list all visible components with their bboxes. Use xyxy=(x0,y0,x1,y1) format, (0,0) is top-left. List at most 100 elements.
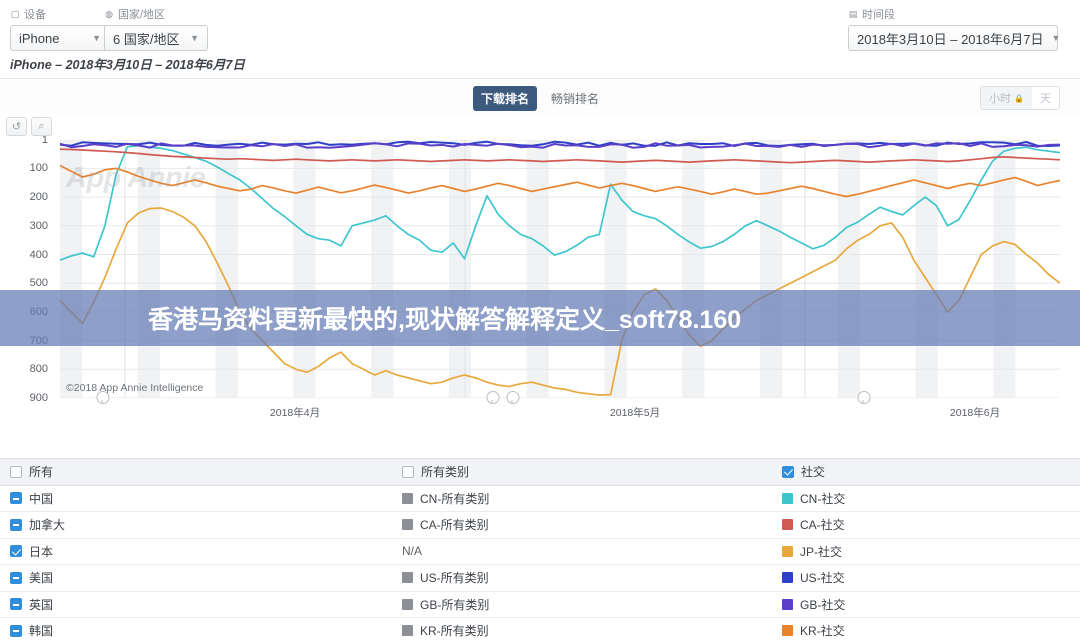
x-axis-tick: 2018年4月 xyxy=(269,407,321,419)
legend-category-label: N/A xyxy=(402,544,423,559)
checkbox-country[interactable] xyxy=(10,598,22,611)
legend-country-cell[interactable]: 中国 xyxy=(0,490,392,507)
legend-category-label: CA-所有类别 xyxy=(420,518,489,533)
y-axis-tick: 300 xyxy=(29,219,48,232)
chart-credit: ©2018 App Annie Intelligence xyxy=(66,382,204,394)
legend-category-label: US-所有类别 xyxy=(420,571,489,586)
legend-header-social[interactable]: 社交 xyxy=(772,463,1080,480)
legend-category-label: GB-所有类别 xyxy=(420,597,490,612)
device-select[interactable]: iPhone ▼ xyxy=(10,25,110,51)
country-filter-label: ◍ 国家/地区 xyxy=(104,6,208,22)
page-subtitle: iPhone – 2018年3月10日 – 2018年6月7日 xyxy=(10,58,245,72)
legend-header-all[interactable]: 所有 xyxy=(0,463,392,480)
device-select-value: iPhone xyxy=(19,30,60,46)
app-annie-watermark: App Annie xyxy=(66,162,206,194)
unit-hour-button[interactable]: 小时 🔒 xyxy=(981,87,1032,109)
legend-row[interactable]: 美国 US-所有类别 US-社交 xyxy=(0,565,1080,592)
checkbox-country[interactable] xyxy=(10,518,22,531)
rank-type-tabs: 下载排名 畅销排名 xyxy=(472,86,607,111)
checkbox-all-categories[interactable] xyxy=(402,465,414,478)
legend-social-swatch xyxy=(782,625,793,637)
unit-day-button[interactable]: 天 xyxy=(1032,87,1059,109)
checkbox-social[interactable] xyxy=(782,465,794,478)
y-axis-tick: 400 xyxy=(29,248,48,261)
event-marker-icon[interactable] xyxy=(506,391,520,404)
chart-svg xyxy=(60,140,1060,398)
chart-y-axis: 1100200300400500600700800900 xyxy=(0,134,54,404)
legend-category-cell[interactable]: KR-所有类别 xyxy=(392,622,772,639)
legend-social-swatch xyxy=(782,519,793,531)
chart-x-axis: 2018年4月 2018年5月 2018年6月 xyxy=(60,405,1060,421)
legend-social-swatch xyxy=(782,492,793,504)
legend-header-all-categories-label: 所有类别 xyxy=(421,465,470,480)
legend-country-cell[interactable]: 英国 xyxy=(0,596,392,613)
legend-category-cell[interactable]: CA-所有类别 xyxy=(392,516,772,533)
legend-category-cell[interactable]: N/A xyxy=(392,544,772,558)
unit-day-label: 天 xyxy=(1040,93,1051,105)
zoom-icon-button[interactable]: ⌕ xyxy=(31,117,52,136)
legend-country-cell[interactable]: 美国 xyxy=(0,569,392,586)
checkbox-country[interactable] xyxy=(10,492,22,505)
tab-grossing-rank[interactable]: 畅销排名 xyxy=(543,86,607,111)
country-filter-group: ◍ 国家/地区 6 国家/地区 ▼ xyxy=(104,6,208,51)
legend-category-swatch xyxy=(402,492,413,504)
legend-category-cell[interactable]: GB-所有类别 xyxy=(392,596,772,613)
legend-country-label: 中国 xyxy=(29,491,54,506)
legend-category-cell[interactable]: US-所有类别 xyxy=(392,569,772,586)
country-select[interactable]: 6 国家/地区 ▼ xyxy=(104,25,208,51)
device-filter-group: ▢ 设备 iPhone ▼ xyxy=(10,6,110,51)
checkbox-all[interactable] xyxy=(10,465,22,478)
chart-plot-area[interactable] xyxy=(60,140,1060,398)
overlay-banner: 香港马资料更新最快的,现状解答解释定义_soft78.160 xyxy=(0,290,1080,346)
legend-country-cell[interactable]: 韩国 xyxy=(0,622,392,639)
legend-social-cell[interactable]: KR-社交 xyxy=(772,622,1080,639)
legend-social-swatch xyxy=(782,572,793,584)
event-marker-icon[interactable] xyxy=(486,391,500,404)
country-select-value: 6 国家/地区 xyxy=(113,31,180,47)
period-filter-group: ▤ 时间段 2018年3月10日 – 2018年6月7日 ▼ xyxy=(848,6,1060,51)
legend-social-cell[interactable]: US-社交 xyxy=(772,569,1080,586)
legend-social-swatch xyxy=(782,545,793,557)
legend-header-all-categories[interactable]: 所有类别 xyxy=(392,463,772,480)
period-select[interactable]: 2018年3月10日 – 2018年6月7日 ▼ xyxy=(848,25,1060,51)
legend-country-label: 英国 xyxy=(29,597,54,612)
legend-country-cell[interactable]: 加拿大 xyxy=(0,516,392,533)
legend-header-all-label: 所有 xyxy=(29,465,54,480)
reset-zoom-button[interactable]: ↺ xyxy=(6,117,27,136)
time-unit-toggle: 小时 🔒 天 xyxy=(980,86,1060,110)
overlay-banner-text: 香港马资料更新最快的,现状解答解释定义_soft78.160 xyxy=(148,306,742,334)
y-axis-tick: 800 xyxy=(29,363,48,376)
event-marker-icon[interactable] xyxy=(96,391,110,404)
legend-social-cell[interactable]: CA-社交 xyxy=(772,516,1080,533)
chart-zoom-tools: ↺ ⌕ xyxy=(6,117,52,136)
legend-row[interactable]: 韩国 KR-所有类别 KR-社交 xyxy=(0,618,1080,641)
legend-country-cell[interactable]: 日本 xyxy=(0,543,392,560)
legend-row[interactable]: 加拿大 CA-所有类别 CA-社交 xyxy=(0,512,1080,539)
legend-social-cell[interactable]: GB-社交 xyxy=(772,596,1080,613)
event-marker-icon[interactable] xyxy=(857,391,871,404)
country-label-text: 国家/地区 xyxy=(118,9,166,21)
legend-row[interactable]: 英国 GB-所有类别 GB-社交 xyxy=(0,592,1080,618)
chevron-down-icon: ▼ xyxy=(92,32,101,43)
legend-category-cell[interactable]: CN-所有类别 xyxy=(392,490,772,507)
rank-chart: ↺ ⌕ 1100200300400500600700800900 App Ann… xyxy=(0,114,1080,441)
legend-country-label: 美国 xyxy=(29,571,54,586)
legend-social-swatch xyxy=(782,598,793,610)
tab-download-rank[interactable]: 下载排名 xyxy=(472,86,537,111)
checkbox-country[interactable] xyxy=(10,571,22,584)
legend-social-label: JP-社交 xyxy=(800,544,843,559)
legend-country-label: 加拿大 xyxy=(29,518,66,533)
legend-row[interactable]: 中国 CN-所有类别 CN-社交 xyxy=(0,486,1080,512)
checkbox-country[interactable] xyxy=(10,624,22,637)
legend-body: 中国 CN-所有类别 CN-社交加拿大 CA-所有类别 CA-社交日本 N/A JP-社交美… xyxy=(0,486,1080,641)
device-filter-label: ▢ 设备 xyxy=(10,6,110,22)
y-axis-tick: 200 xyxy=(29,191,48,204)
legend-row[interactable]: 日本 N/A JP-社交 xyxy=(0,539,1080,565)
legend-social-label: CA-社交 xyxy=(800,518,845,533)
legend-social-cell[interactable]: CN-社交 xyxy=(772,490,1080,507)
legend-category-swatch xyxy=(402,572,413,584)
device-label-text: 设备 xyxy=(24,9,46,21)
checkbox-country[interactable] xyxy=(10,545,22,558)
legend-social-cell[interactable]: JP-社交 xyxy=(772,543,1080,560)
legend-category-swatch xyxy=(402,519,413,531)
